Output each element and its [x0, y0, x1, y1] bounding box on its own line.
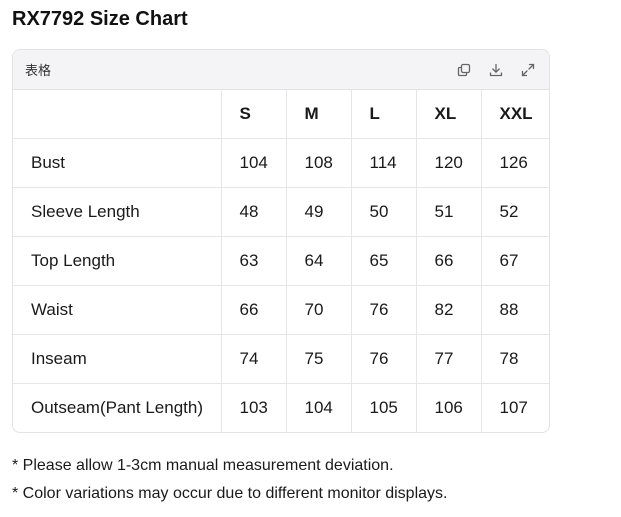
table-cell: 70 [286, 285, 352, 335]
table-cell: 74 [221, 334, 287, 384]
table-cell: 103 [221, 383, 287, 432]
row-label-cell: Waist [13, 285, 222, 335]
table-cell: 67 [481, 236, 549, 286]
header-cell: XL [416, 90, 482, 139]
table-cell: 107 [499, 397, 528, 417]
header-cell: S [221, 90, 287, 139]
header-cell: M [286, 90, 352, 139]
header-cell: L [351, 90, 417, 139]
header-cell [13, 90, 222, 139]
table-cell: 64 [286, 236, 352, 286]
page-title: RX7792 Size Chart [12, 8, 188, 30]
table-cell: 114 [351, 138, 417, 188]
table-row: Top Length 63 64 65 66 67 [13, 236, 549, 286]
row-label-cell: Top Length [13, 236, 222, 286]
copy-icon[interactable] [455, 61, 473, 79]
download-icon[interactable] [487, 61, 505, 79]
table-cell: 77 [416, 334, 482, 384]
table-card-label: 表格 [25, 64, 52, 79]
row-label-cell: Outseam(Pant Length) [13, 383, 222, 432]
table-cell: 66 [221, 285, 287, 335]
note-line: * Color variations may occur due to diff… [12, 485, 448, 502]
note-line: * Please allow 1-3cm manual measurement … [12, 457, 394, 474]
table-row: Bust 104 108 114 120 126 [13, 138, 549, 188]
table-cell: 106 [416, 383, 482, 432]
table-cell: 76 [351, 285, 417, 335]
expand-icon[interactable] [519, 61, 537, 79]
table-cell: 82 [416, 285, 482, 335]
table-cell: 78 [481, 334, 549, 384]
table-card-header: 表格 [13, 50, 549, 90]
table-cell: 52 [481, 187, 549, 237]
table-card: 表格 S M L XL XXL Bust 104 108 114 120 126… [12, 49, 550, 433]
table-cell: 108 [286, 138, 352, 188]
table-header-row: S M L XL XXL [13, 90, 549, 139]
table-cell: 49 [286, 187, 352, 237]
row-label-cell: Sleeve Length [13, 187, 222, 237]
row-label-cell: Bust [13, 138, 222, 188]
table-row: Inseam 74 75 76 77 78 [13, 334, 549, 384]
header-cell: XXL [481, 90, 549, 139]
table-cell: 50 [351, 187, 417, 237]
table-row: Outseam(Pant Length) 103 104 105 106 107 [13, 383, 549, 432]
table-cell: 126 [481, 138, 549, 188]
size-table: S M L XL XXL Bust 104 108 114 120 126 Sl… [13, 90, 549, 432]
table-row: Sleeve Length 48 49 50 51 52 [13, 187, 549, 237]
table-cell: 51 [416, 187, 482, 237]
table-cell: 65 [351, 236, 417, 286]
table-row: Waist 66 70 76 82 88 [13, 285, 549, 335]
table-cell: 75 [286, 334, 352, 384]
table-cell: 105 [351, 383, 417, 432]
notes: * Please allow 1-3cm manual measurement … [12, 452, 447, 508]
table-cell: 66 [416, 236, 482, 286]
table-cell: 120 [416, 138, 482, 188]
table-cell: 48 [221, 187, 287, 237]
table-toolbar [455, 61, 537, 79]
table-cell: 104 [221, 138, 287, 188]
table-cell: 104 [286, 383, 352, 432]
table-cell: 63 [221, 236, 287, 286]
row-label-cell: Inseam [13, 334, 222, 384]
table-cell: 88 [481, 285, 549, 335]
table-cell: 76 [351, 334, 417, 384]
